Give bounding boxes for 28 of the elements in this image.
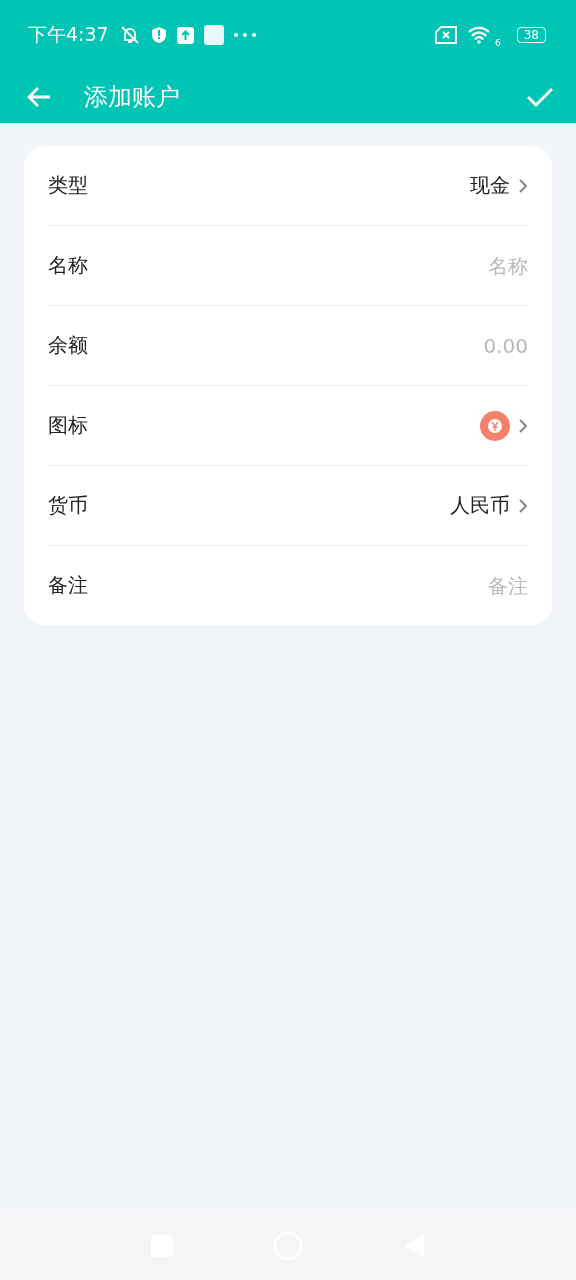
chevron-icon: [518, 498, 528, 513]
input-field[interactable]: 名称: [328, 253, 528, 278]
muted-bell-icon: [118, 25, 141, 45]
input-field[interactable]: 0.00: [328, 333, 528, 358]
row-label: 名称: [48, 252, 88, 279]
page-title: 添加账户: [84, 81, 181, 113]
shield-icon: [150, 26, 167, 44]
select-value[interactable]: 人民币: [450, 492, 510, 519]
select-value[interactable]: 现金: [470, 172, 510, 199]
sim-off-icon: [435, 26, 457, 44]
wifi-icon: [467, 26, 491, 44]
row-label: 图标: [48, 412, 88, 439]
square-icon: [203, 25, 224, 45]
row-label: 类型: [48, 172, 88, 199]
row-label: 备注: [48, 572, 88, 599]
more-icon: [233, 33, 256, 37]
row-label: 余额: [48, 332, 88, 359]
wifi-signal-label: 6: [495, 38, 501, 48]
chevron-icon: [518, 178, 528, 193]
status-time: 下午4:37: [28, 22, 109, 47]
coin-icon[interactable]: [480, 410, 510, 441]
input-field[interactable]: 备注: [328, 573, 528, 598]
upload-icon: [176, 26, 194, 44]
chevron-icon: [518, 418, 528, 433]
back-button[interactable]: [26, 85, 52, 108]
battery-level: 38: [516, 27, 546, 43]
confirm-button[interactable]: [526, 85, 554, 108]
row-label: 货币: [48, 492, 88, 519]
